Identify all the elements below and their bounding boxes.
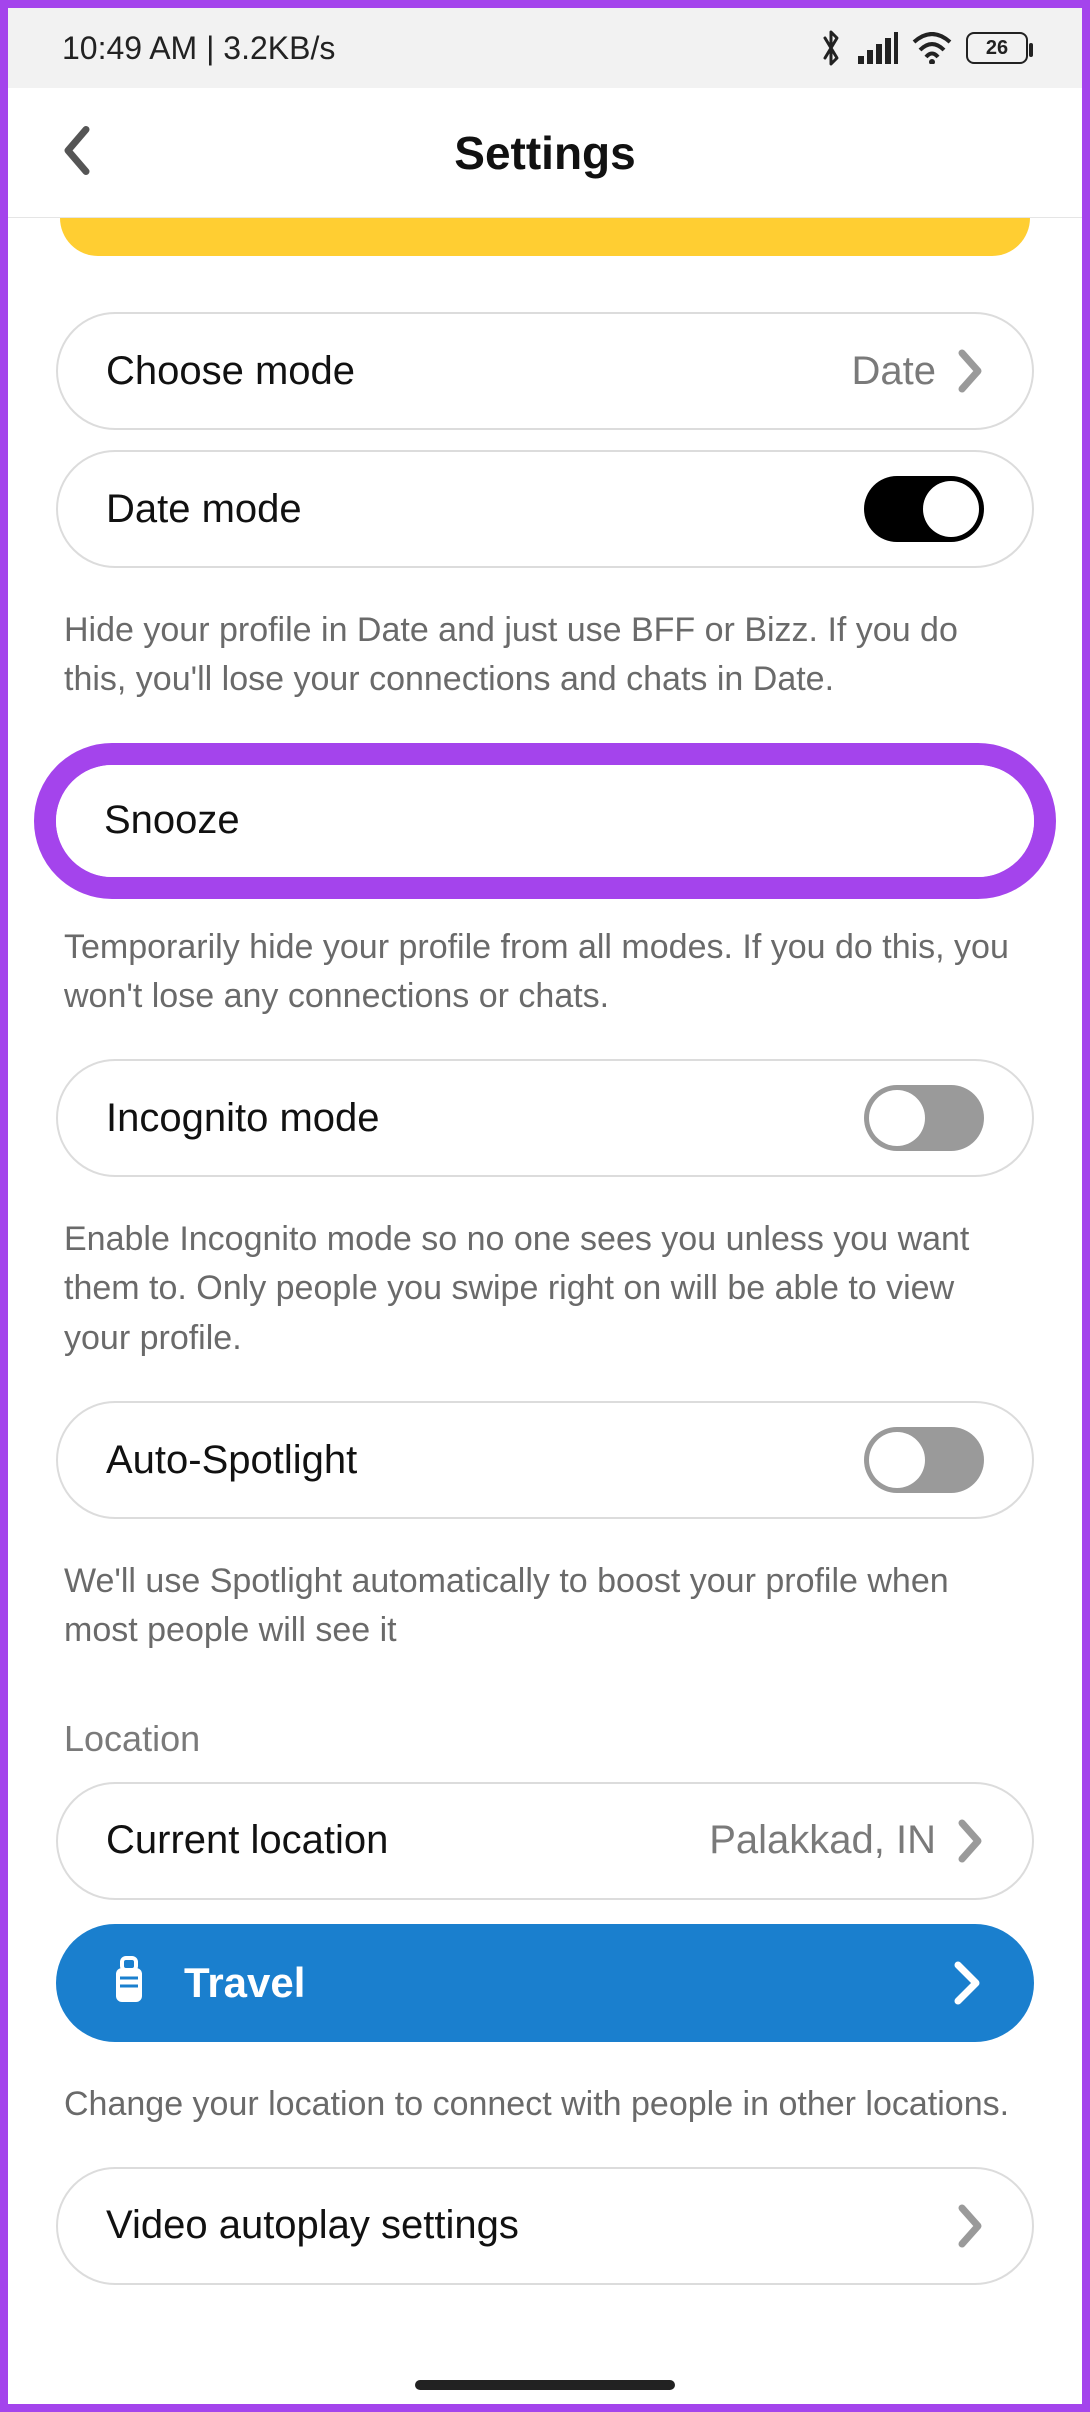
status-bar: 10:49 AM | 3.2KB/s 26 (8, 8, 1082, 88)
chevron-right-icon (952, 1959, 982, 2007)
luggage-icon (108, 1954, 150, 2011)
date-mode-row[interactable]: Date mode (56, 450, 1034, 568)
travel-label: Travel (184, 1959, 305, 2007)
travel-row[interactable]: Travel (56, 1924, 1034, 2042)
snooze-label: Snooze (104, 798, 240, 843)
incognito-mode-label: Incognito mode (106, 1096, 380, 1141)
page-title: Settings (454, 126, 635, 180)
video-autoplay-label: Video autoplay settings (106, 2203, 519, 2248)
chevron-right-icon (958, 349, 984, 393)
date-mode-toggle[interactable] (864, 476, 984, 542)
current-location-label: Current location (106, 1818, 388, 1863)
incognito-mode-row[interactable]: Incognito mode (56, 1059, 1034, 1177)
choose-mode-value: Date (852, 349, 985, 394)
back-button[interactable] (60, 125, 94, 180)
choose-mode-label: Choose mode (106, 349, 355, 394)
current-location-value: Palakkad, IN (709, 1818, 984, 1863)
snooze-description: Temporarily hide your profile from all m… (56, 905, 1034, 1060)
current-location-row[interactable]: Current location Palakkad, IN (56, 1782, 1034, 1900)
promo-banner-bottom[interactable] (60, 218, 1030, 256)
status-icons: 26 (818, 28, 1028, 68)
chevron-right-icon (958, 1819, 984, 1863)
app-header: Settings (8, 88, 1082, 218)
home-indicator[interactable] (415, 2380, 675, 2390)
location-section-label: Location (56, 1694, 1034, 1782)
choose-mode-row[interactable]: Choose mode Date (56, 312, 1034, 430)
battery-icon: 26 (966, 32, 1028, 64)
auto-spotlight-description: We'll use Spotlight automatically to boo… (56, 1539, 1034, 1694)
incognito-mode-toggle[interactable] (864, 1085, 984, 1151)
bluetooth-icon (818, 28, 844, 68)
wifi-icon (912, 32, 952, 64)
auto-spotlight-row[interactable]: Auto-Spotlight (56, 1401, 1034, 1519)
video-autoplay-row[interactable]: Video autoplay settings (56, 2167, 1034, 2285)
auto-spotlight-toggle[interactable] (864, 1427, 984, 1493)
snooze-row[interactable]: Snooze (56, 765, 1034, 877)
cellular-signal-icon (858, 32, 898, 64)
auto-spotlight-label: Auto-Spotlight (106, 1438, 357, 1483)
incognito-mode-description: Enable Incognito mode so no one sees you… (56, 1197, 1034, 1401)
chevron-right-icon (958, 2204, 984, 2248)
snooze-highlight: Snooze (34, 743, 1056, 899)
status-time: 10:49 AM | 3.2KB/s (62, 30, 335, 67)
date-mode-label: Date mode (106, 487, 302, 532)
date-mode-description: Hide your profile in Date and just use B… (56, 588, 1034, 743)
travel-description: Change your location to connect with peo… (56, 2062, 1034, 2167)
